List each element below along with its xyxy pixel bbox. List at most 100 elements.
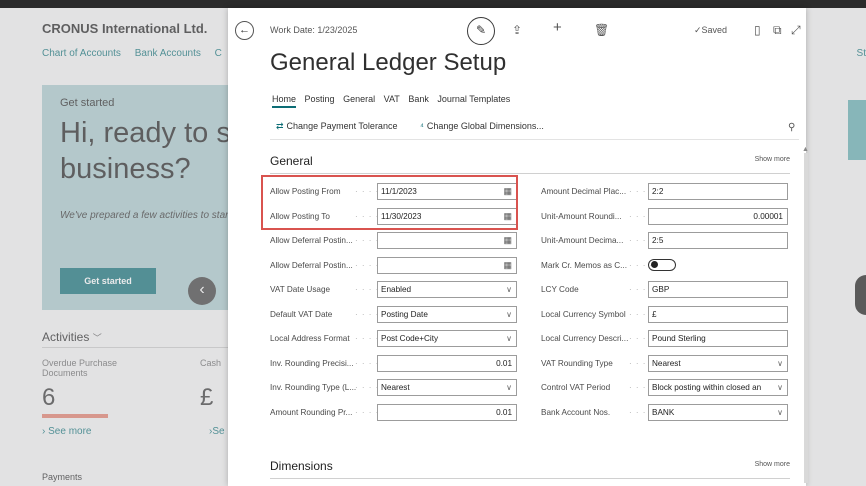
chevron-down-icon[interactable]: ∨ — [777, 405, 783, 420]
text-input[interactable]: 0.01 — [377, 403, 517, 421]
field-row: Default VAT Date · · · · Posting Date ∨ — [270, 305, 517, 324]
chevron-down-icon[interactable]: ∨ — [777, 380, 783, 395]
field-value: Nearest — [652, 358, 681, 368]
field-row: Allow Deferral Postin... · · · · ▦ — [270, 232, 517, 250]
field-leader-dots: · · · · — [355, 383, 380, 392]
field-leader-dots: · · · · — [355, 309, 380, 319]
field-value: Nearest — [381, 383, 410, 392]
calendar-icon[interactable]: ▦ — [503, 258, 512, 273]
open-new-window-icon[interactable]: ⧉ — [773, 23, 782, 38]
saved-label: Saved — [701, 25, 728, 35]
field-row: Unit-Amount Roundi... · · · · 0.00001 — [541, 207, 788, 226]
highlight-box — [261, 175, 518, 230]
general-show-more[interactable]: Show more — [755, 156, 790, 163]
field-row: Amount Rounding Pr... · · · · 0.01 — [270, 403, 517, 422]
field-label: Control VAT Period — [541, 383, 611, 392]
pin-icon[interactable]: ⚲ — [788, 122, 795, 133]
field-row: Bank Account Nos. · · · · BANK ∨ — [541, 403, 788, 422]
add-icon[interactable]: + — [553, 19, 562, 36]
expand-icon[interactable]: ⤢ — [791, 23, 801, 38]
field-leader-dots: · · · · — [355, 407, 380, 417]
text-input[interactable]: 2:5 — [648, 232, 788, 249]
share-icon[interactable]: ⇪ — [512, 23, 522, 37]
select-field[interactable]: Block posting within closed an ∨ — [648, 379, 788, 396]
field-value: 0.01 — [496, 358, 512, 368]
field-value: GBP — [652, 285, 670, 294]
tab-bank[interactable]: Bank — [408, 94, 429, 104]
chevron-down-icon[interactable]: ∨ — [506, 331, 512, 346]
tab-journal-templates[interactable]: Journal Templates — [437, 94, 510, 104]
field-value: £ — [652, 309, 657, 319]
back-arrow-icon[interactable]: ← — [235, 21, 254, 40]
calendar-icon[interactable]: ▦ — [503, 233, 512, 248]
select-field[interactable]: Enabled ∨ — [377, 281, 517, 298]
chevron-down-icon[interactable]: ∨ — [506, 380, 512, 395]
tab-home[interactable]: Home — [272, 94, 297, 108]
change-global-dimensions-action[interactable]: ⁴ Change Global Dimensions... — [420, 121, 544, 131]
field-row: Local Currency Descri... · · · · Pound Ste… — [541, 330, 788, 348]
tab-posting[interactable]: Posting — [305, 94, 335, 104]
right-edge-tile — [848, 100, 866, 160]
field-label: Inv. Rounding Precisi... — [270, 358, 354, 368]
check-icon: ✓ — [694, 25, 702, 35]
field-value: Post Code+City — [381, 334, 439, 343]
field-row: Inv. Rounding Precisi... · · · · 0.01 — [270, 354, 517, 373]
select-field[interactable]: Posting Date ∨ — [377, 305, 517, 323]
work-date[interactable]: Work Date: 1/23/2025 — [270, 25, 357, 35]
field-value: Block posting within closed an — [652, 383, 762, 392]
field-value: 0.01 — [496, 407, 512, 417]
field-row: Local Currency Symbol · · · · £ — [541, 305, 788, 324]
field-leader-dots: · · · · — [355, 236, 380, 245]
text-input[interactable]: 2:2 — [648, 183, 788, 200]
text-input[interactable]: Pound Sterling — [648, 330, 788, 347]
field-row: Inv. Rounding Type (L... · · · · Nearest ∨ — [270, 379, 517, 397]
field-label: VAT Rounding Type — [541, 358, 613, 368]
field-row: Control VAT Period · · · · Block posting w… — [541, 379, 788, 397]
select-field[interactable]: Nearest ∨ — [648, 354, 788, 372]
text-input[interactable]: 0.01 — [377, 354, 517, 372]
general-section-header[interactable]: General — [270, 154, 790, 168]
field-value: 2:5 — [652, 236, 664, 245]
setup-dialog: ← Work Date: 1/23/2025 ✎ ⇪ + 🗑 ✓Saved ▯ … — [228, 8, 809, 486]
action-bar: ⇄ Change Payment Tolerance ⁴ Change Global… — [270, 115, 799, 140]
bookmark-icon[interactable]: ▯ — [754, 23, 761, 37]
field-label: Local Currency Symbol — [541, 309, 626, 319]
select-field[interactable]: BANK ∨ — [648, 403, 788, 421]
chevron-down-icon[interactable]: ∨ — [506, 307, 512, 322]
toggle-knob — [651, 261, 658, 268]
payment-tolerance-icon: ⇄ — [276, 121, 284, 131]
dimensions-show-more[interactable]: Show more — [755, 461, 790, 468]
field-leader-dots: · · · · — [355, 260, 380, 270]
field-row: Allow Deferral Postin... · · · · ▦ — [270, 256, 517, 275]
text-input[interactable]: £ — [648, 305, 788, 323]
action-label: Change Global Dimensions... — [426, 121, 544, 131]
field-label: Amount Decimal Plac... — [541, 187, 627, 196]
select-field[interactable]: Post Code+City ∨ — [377, 330, 517, 347]
select-field[interactable]: Nearest ∨ — [377, 379, 517, 396]
tab-vat[interactable]: VAT — [384, 94, 400, 104]
chevron-down-icon[interactable]: ∨ — [777, 356, 783, 371]
field-label: Unit-Amount Decima... — [541, 236, 624, 245]
field-row: Amount Decimal Plac... · · · · 2:2 — [541, 183, 788, 201]
right-edge-button[interactable] — [855, 275, 866, 315]
field-value: 2:2 — [652, 187, 664, 196]
tab-general[interactable]: General — [343, 94, 375, 104]
scroll-up-icon[interactable]: ▲ — [802, 146, 809, 153]
change-payment-tolerance-action[interactable]: ⇄ Change Payment Tolerance — [276, 121, 397, 132]
page-title: General Ledger Setup — [270, 49, 507, 76]
scrollbar[interactable] — [804, 153, 808, 483]
section-divider — [270, 478, 790, 479]
text-input[interactable]: GBP — [648, 281, 788, 298]
field-value: Posting Date — [381, 309, 428, 319]
toggle-switch[interactable] — [648, 258, 676, 271]
section-divider — [270, 173, 790, 174]
edit-pencil-icon[interactable]: ✎ — [467, 17, 495, 45]
date-input[interactable]: ▦ — [377, 256, 517, 274]
date-input[interactable]: ▦ — [377, 232, 517, 249]
field-label: LCY Code — [541, 285, 579, 294]
dimensions-section-header[interactable]: Dimensions — [270, 459, 790, 473]
delete-icon[interactable]: 🗑 — [594, 23, 609, 37]
chevron-down-icon[interactable]: ∨ — [506, 282, 512, 297]
text-input[interactable]: 0.00001 — [648, 207, 788, 225]
field-label: Mark Cr. Memos as C... — [541, 260, 627, 270]
